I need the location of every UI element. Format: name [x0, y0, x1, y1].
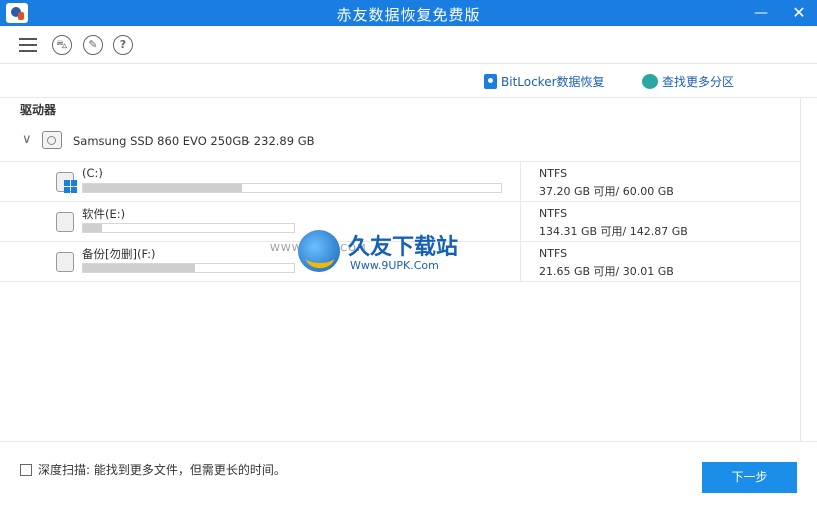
next-button[interactable]: 下一步 [702, 462, 797, 493]
window-title: 赤友数据恢复免费版 [336, 6, 481, 24]
disk-size: - 232.89 GB [246, 134, 315, 148]
file-system: NTFS [539, 247, 568, 260]
file-system: NTFS [539, 167, 568, 180]
partition-name: (C:) [82, 166, 103, 180]
partition-name: 备份[勿删](F:) [82, 247, 156, 261]
cart-icon[interactable]: ⛍ [52, 35, 72, 55]
usage-bar-fill [83, 184, 242, 192]
partition-row[interactable]: 软件(E:) NTFS 134.31 GB 可用/ 142.87 GB [0, 201, 800, 242]
partition-name: 软件(E:) [82, 207, 126, 221]
free-space: 134.31 GB 可用/ 142.87 GB [539, 225, 688, 238]
deep-scan-description: 能找到更多文件，但需更长的时间。 [90, 463, 286, 477]
usage-bar [82, 183, 502, 193]
usage-bar-fill [83, 264, 195, 272]
bitlocker-recovery-link[interactable]: BitLocker数据恢复 [484, 73, 605, 90]
usage-bar-fill [83, 224, 102, 232]
find-more-partitions-link[interactable]: 查找更多分区 [642, 73, 734, 90]
deep-scan-label: 深度扫描: [38, 463, 91, 477]
toolbar: ⛍ ✎ ? [0, 26, 817, 64]
footer: 深度扫描: 能找到更多文件，但需更长的时间。 下一步 [0, 441, 817, 505]
bitlocker-label: BitLocker数据恢复 [501, 75, 605, 89]
action-bar: BitLocker数据恢复 查找更多分区 [0, 64, 817, 98]
disk-row[interactable]: ∨ Samsung SSD 860 EVO 250GB - 232.89 GB [20, 128, 800, 154]
column-divider [520, 242, 521, 282]
usage-bar [82, 223, 295, 233]
usage-bar [82, 263, 295, 273]
partition-row[interactable]: (C:) NTFS 37.20 GB 可用/ 60.00 GB [0, 161, 800, 202]
column-divider [520, 202, 521, 242]
list-divider [0, 281, 800, 282]
chevron-down-icon[interactable]: ∨ [22, 132, 32, 147]
column-divider [520, 162, 521, 202]
free-space: 21.65 GB 可用/ 30.01 GB [539, 265, 674, 278]
free-space: 37.20 GB 可用/ 60.00 GB [539, 185, 674, 198]
drives-section-label: 驱动器 [20, 103, 57, 117]
deep-scan-checkbox[interactable] [20, 464, 32, 476]
minimize-button[interactable]: — [743, 0, 779, 26]
help-icon[interactable]: ? [113, 35, 133, 55]
deep-scan-option[interactable]: 深度扫描: 能找到更多文件，但需更长的时间。 [20, 461, 286, 478]
windows-icon [64, 180, 78, 194]
lock-icon [484, 74, 497, 89]
partition-search-icon [642, 74, 658, 89]
disk-name: Samsung SSD 860 EVO 250GB [73, 134, 250, 148]
hard-disk-icon [42, 131, 62, 149]
find-partitions-label: 查找更多分区 [662, 75, 735, 89]
menu-icon[interactable] [18, 35, 38, 55]
file-system: NTFS [539, 207, 568, 220]
drive-icon [56, 212, 74, 232]
title-bar: 赤友数据恢复免费版 — ✕ [0, 0, 817, 26]
close-button[interactable]: ✕ [781, 0, 817, 26]
partition-row[interactable]: 备份[勿删](F:) NTFS 21.65 GB 可用/ 30.01 GB [0, 241, 800, 282]
drive-icon [56, 252, 74, 272]
panel-border [800, 98, 801, 441]
wrench-icon[interactable]: ✎ [83, 35, 103, 55]
